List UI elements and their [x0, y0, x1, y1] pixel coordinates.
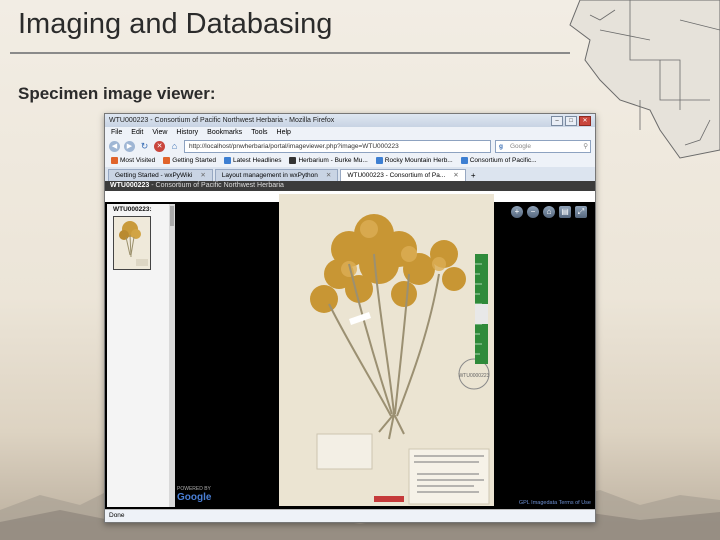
specimen-envelope: [316, 433, 373, 470]
home-view-button[interactable]: ⌂: [543, 206, 555, 218]
close-tab-icon[interactable]: ✕: [326, 170, 331, 181]
specimen-thumbnail[interactable]: [113, 216, 151, 270]
address-bar[interactable]: http://localhost/pnwherbaria/portal/imag…: [184, 140, 491, 153]
close-tab-icon[interactable]: ✕: [200, 170, 205, 181]
firefox-icon: [163, 157, 171, 165]
viewer-header: WTU000223 - Consortium of Pacific Northw…: [105, 181, 595, 191]
barcode-label: [374, 496, 404, 502]
bookmark-getting-started[interactable]: Getting Started: [163, 157, 217, 165]
thumbnail-plant-image: [114, 217, 150, 269]
fullscreen-button[interactable]: ⤢: [575, 206, 587, 218]
menu-file[interactable]: File: [111, 129, 122, 136]
google-logo: POWERED BY Google: [177, 486, 211, 503]
bookmark-rocky-mountain[interactable]: Rocky Mountain Herb...: [375, 157, 453, 165]
window-title: WTU000223 - Consortium of Pacific Northw…: [109, 117, 335, 124]
bookmark-label: Getting Started: [172, 157, 217, 165]
page-icon: [375, 157, 383, 165]
google-search-icon: g: [499, 143, 503, 150]
maximize-button[interactable]: □: [565, 115, 577, 126]
window-titlebar: WTU000223 - Consortium of Pacific Northw…: [105, 114, 595, 127]
search-input[interactable]: g Google ⚲: [495, 140, 591, 153]
thumbnail-label: WTU000223:: [113, 206, 152, 213]
specimen-id: WTU000223: [110, 182, 150, 189]
close-button[interactable]: ✕: [579, 115, 591, 126]
menu-history[interactable]: History: [176, 129, 198, 136]
back-button[interactable]: ◀: [109, 141, 120, 152]
stamp-number: WTU0000223: [459, 373, 490, 379]
tab-label: Getting Started - wxPyWiki: [115, 172, 193, 179]
bookmarks-toolbar: Most Visited Getting Started Latest Head…: [105, 155, 595, 167]
bookmark-label: Herbarium - Burke Mu...: [298, 157, 368, 165]
stop-button[interactable]: ✕: [154, 141, 165, 152]
forward-button[interactable]: ▶: [124, 141, 135, 152]
rss-icon: [224, 157, 232, 165]
ruler-label: [475, 304, 488, 324]
title-divider: [10, 52, 570, 54]
menu-view[interactable]: View: [152, 129, 167, 136]
refresh-button[interactable]: ↻: [139, 141, 150, 152]
sidebar-scrollbar[interactable]: [169, 204, 175, 507]
viewer-footer-links[interactable]: GPL Imagedata Terms of Use: [519, 500, 591, 506]
zoom-controls: + − ⌂ ▤ ⤢: [511, 206, 587, 218]
fullpage-button[interactable]: ▤: [559, 206, 571, 218]
specimen-label: [408, 448, 490, 505]
tab-layout-management[interactable]: Layout management in wxPython ✕: [214, 169, 339, 181]
menu-tools[interactable]: Tools: [251, 129, 267, 136]
viewer-header-subtitle: - Consortium of Pacific Northwest Herbar…: [149, 182, 284, 189]
menu-bookmarks[interactable]: Bookmarks: [207, 129, 242, 136]
close-tab-icon[interactable]: ✕: [453, 170, 458, 181]
google-wordmark: Google: [177, 492, 212, 503]
bookmark-label: Most Visited: [120, 157, 156, 165]
thumbnail-sidebar: WTU000223:: [107, 204, 175, 507]
bookmark-consortium[interactable]: Consortium of Pacific...: [460, 157, 537, 165]
bookmark-label: Consortium of Pacific...: [469, 157, 537, 165]
status-bar: Done: [105, 509, 595, 522]
menu-bar: File Edit View History Bookmarks Tools H…: [105, 127, 595, 138]
menu-edit[interactable]: Edit: [131, 129, 143, 136]
navigation-toolbar: ◀ ▶ ↻ ✕ ⌂ http://localhost/pnwherbaria/p…: [105, 138, 595, 155]
tab-wtu000223[interactable]: WTU000223 - Consortium of Pa... ✕: [340, 169, 466, 181]
herbarium-specimen-image: WTU0000223: [279, 194, 494, 506]
tab-getting-started[interactable]: Getting Started - wxPyWiki ✕: [108, 169, 213, 181]
new-tab-button[interactable]: +: [468, 170, 479, 181]
scroll-thumb[interactable]: [170, 206, 174, 226]
page-icon: [460, 157, 468, 165]
zoom-in-button[interactable]: +: [511, 206, 523, 218]
museum-icon: [289, 157, 297, 165]
bookmark-label: Rocky Mountain Herb...: [384, 157, 453, 165]
search-icon[interactable]: ⚲: [583, 141, 588, 152]
tab-label: WTU000223 - Consortium of Pa...: [347, 172, 446, 179]
tab-strip: Getting Started - wxPyWiki ✕ Layout manag…: [105, 167, 595, 181]
bookmark-latest-headlines[interactable]: Latest Headlines: [224, 157, 282, 165]
zoom-out-button[interactable]: −: [527, 206, 539, 218]
slide-subtitle: Specimen image viewer:: [18, 84, 216, 103]
bookmark-label: Latest Headlines: [233, 157, 282, 165]
bookmark-herbarium-burke[interactable]: Herbarium - Burke Mu...: [289, 157, 368, 165]
firefox-icon: [111, 157, 118, 165]
browser-window: WTU000223 - Consortium of Pacific Northw…: [104, 113, 596, 523]
search-engine-label: Google: [510, 143, 531, 150]
bookmark-most-visited[interactable]: Most Visited: [111, 157, 156, 165]
slide-title: Imaging and Databasing: [18, 8, 333, 40]
menu-help[interactable]: Help: [277, 129, 291, 136]
home-button[interactable]: ⌂: [169, 141, 180, 152]
minimize-button[interactable]: –: [551, 115, 563, 126]
tab-label: Layout management in wxPython: [221, 172, 318, 179]
